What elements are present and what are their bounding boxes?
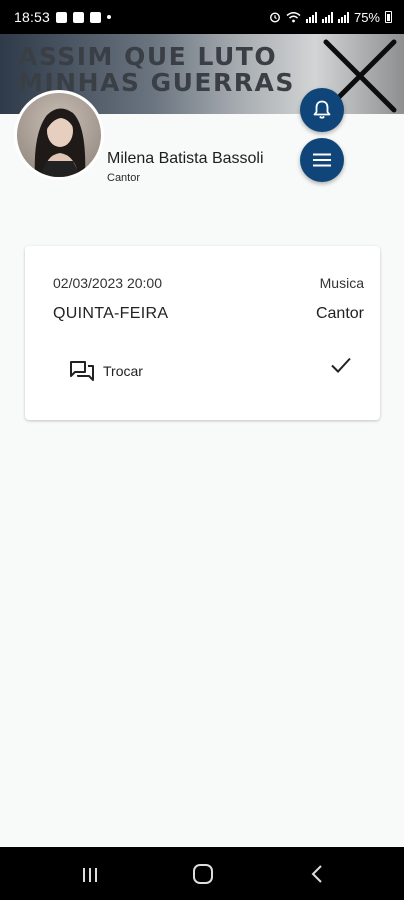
app-notification-icon [73,11,85,23]
menu-icon [313,153,331,167]
battery-icon [385,11,392,23]
home-icon[interactable] [193,864,213,884]
bell-icon [313,100,331,119]
back-icon[interactable] [310,864,324,884]
schedule-card: 02/03/2023 20:00 Musica QUINTA-FEIRA Can… [25,246,380,420]
signal-3-icon [337,11,349,23]
check-icon [331,357,351,373]
avatar-photo [34,108,86,177]
schedule-date-time: 02/03/2023 20:00 [53,275,162,291]
more-notifications-icon [107,15,112,19]
banner-line-1: ASSIM QUE LUTO [18,42,278,71]
battery-percent: 75% [353,9,380,25]
signal-2-icon [321,11,333,23]
schedule-weekday: QUINTA-FEIRA [53,305,169,322]
status-time: 18:53 [14,9,51,25]
schedule-category: Musica [319,275,364,291]
system-nav-bar [0,847,404,900]
swap-button[interactable]: Trocar [69,359,143,383]
wifi-icon [286,12,301,23]
banner-text: ASSIM QUE LUTO MINHAS GUERRAS [18,44,295,96]
calendar-notification-icon [90,11,102,23]
swap-label: Trocar [103,363,143,379]
signal-icon [305,11,317,23]
recent-apps-icon[interactable] [82,868,98,882]
alarm-icon [269,12,280,23]
gallery-notification-icon [56,11,68,23]
chat-icon [70,361,94,381]
schedule-role: Cantor [315,305,364,322]
menu-button[interactable] [300,138,344,182]
status-bar: 18:53 75% [0,0,404,34]
user-role: Cantor [107,172,141,184]
user-name: Milena Batista Bassoli [107,150,264,167]
avatar[interactable] [14,90,104,180]
notifications-button[interactable] [300,88,344,132]
